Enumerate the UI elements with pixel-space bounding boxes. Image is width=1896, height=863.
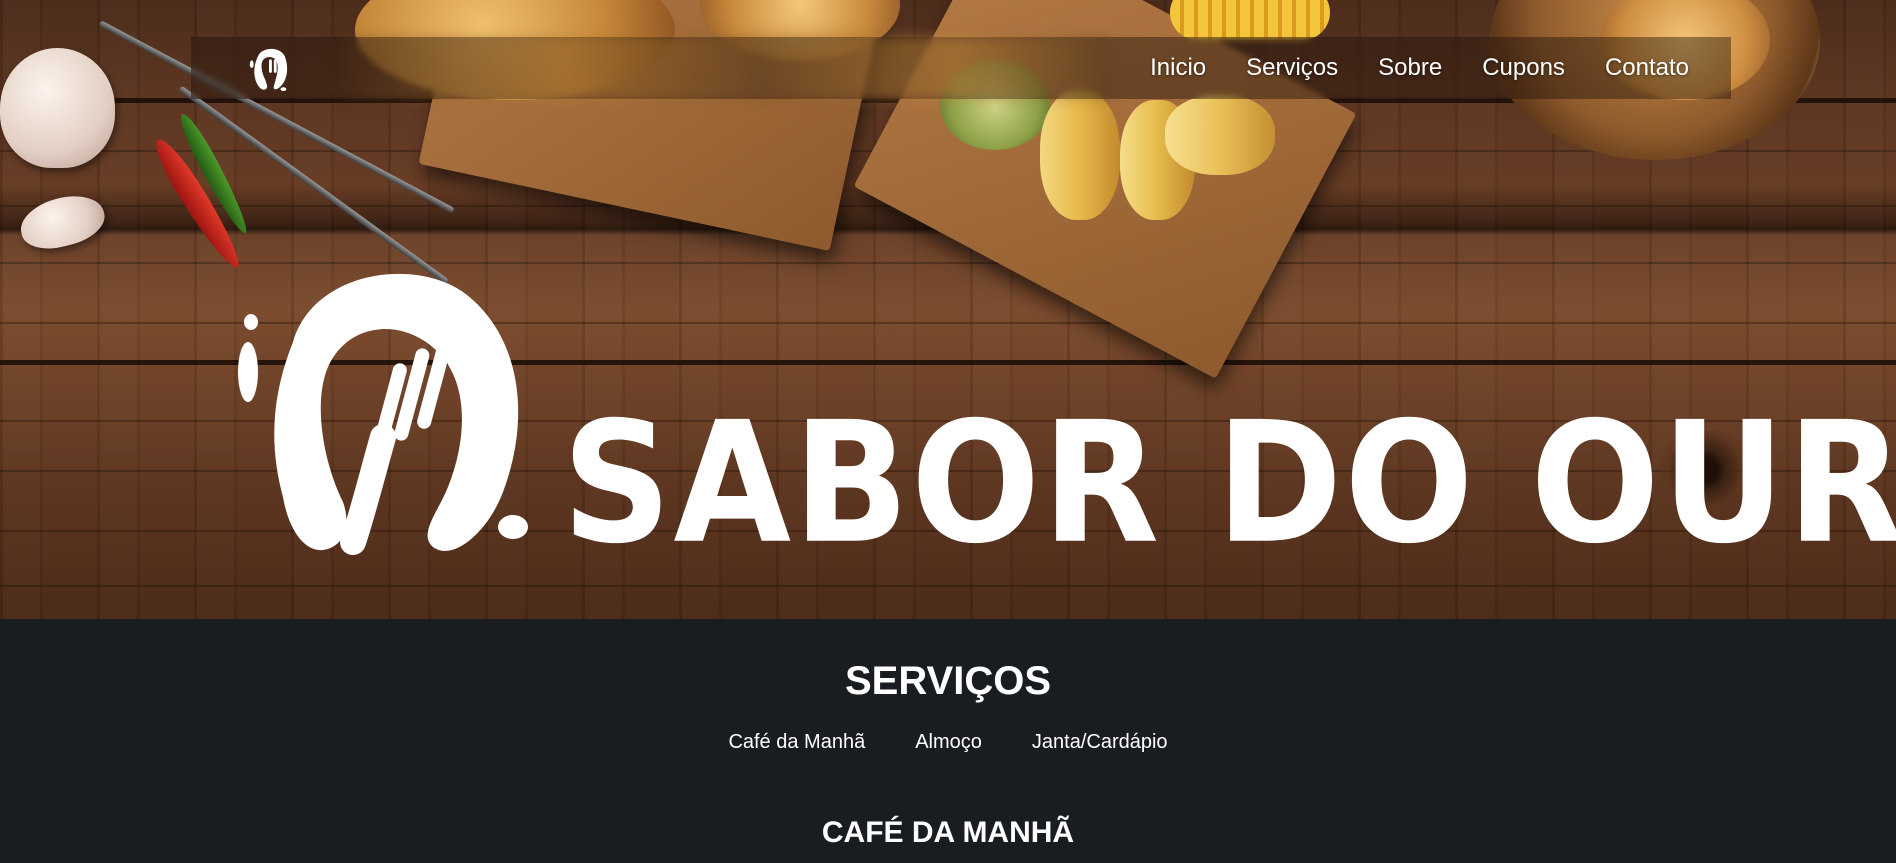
nav-link-inicio[interactable]: Inicio xyxy=(1150,54,1206,82)
grilled-potato-image xyxy=(1165,95,1275,175)
tab-almoco[interactable]: Almoço xyxy=(915,731,982,754)
nav-link-sobre[interactable]: Sobre xyxy=(1378,54,1442,82)
nav-link-cupons[interactable]: Cupons xyxy=(1482,54,1565,82)
main-menu: Inicio Serviços Sobre Cupons Contato xyxy=(1150,37,1689,99)
nav-link-servicos[interactable]: Serviços xyxy=(1246,54,1338,82)
hero-banner: Inicio Serviços Sobre Cupons Contato SAB… xyxy=(0,0,1896,619)
services-title: SERVIÇOS xyxy=(845,659,1051,703)
sabor-do-ouro-logo-icon xyxy=(238,273,528,555)
tab-cafe-da-manha[interactable]: Café da Manhã xyxy=(728,731,865,754)
top-navbar: Inicio Serviços Sobre Cupons Contato xyxy=(191,37,1731,99)
tab-janta-cardapio[interactable]: Janta/Cardápio xyxy=(1032,731,1168,754)
navbar-blurred-region xyxy=(331,37,1111,99)
grilled-corn-image xyxy=(1170,0,1330,40)
plate-fork-icon[interactable] xyxy=(245,45,293,93)
garlic-image xyxy=(0,48,115,168)
services-tabs: Café da Manhã Almoço Janta/Cardápio xyxy=(0,731,1896,754)
current-section-heading: CAFÉ DA MANHÃ xyxy=(821,816,1075,849)
services-section: SERVIÇOS Café da Manhã Almoço Janta/Card… xyxy=(0,619,1896,863)
garlic-clove-image xyxy=(15,187,110,257)
nav-link-contato[interactable]: Contato xyxy=(1605,54,1689,82)
brand-name: SABOR DO OURO xyxy=(562,385,1896,581)
grilled-potato-image xyxy=(1040,90,1120,220)
